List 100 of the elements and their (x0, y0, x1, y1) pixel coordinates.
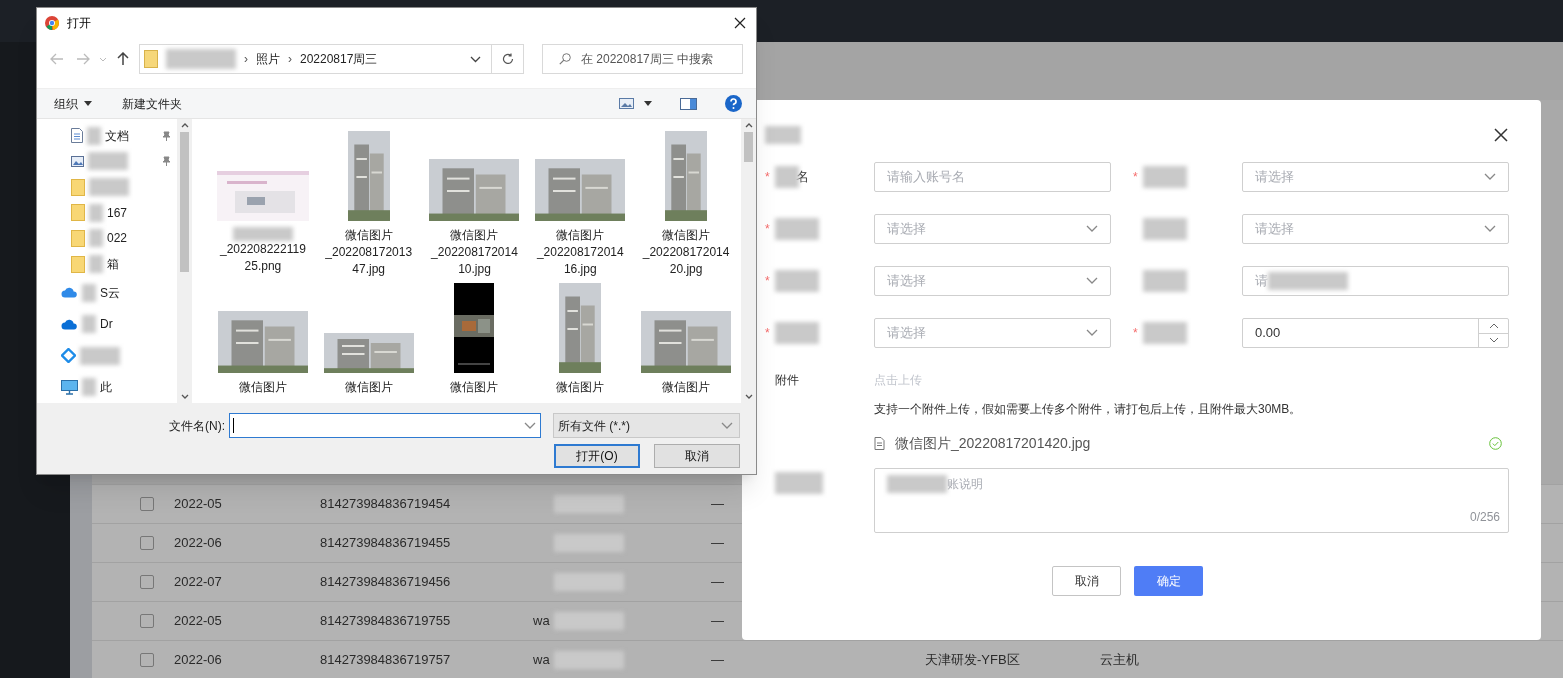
file-item[interactable]: 微信图片 _202208172014 16.jpg (529, 129, 632, 281)
chevron-down-icon (1086, 329, 1098, 337)
redaction-blur (82, 283, 96, 302)
character-counter: 0/256 (1469, 509, 1500, 526)
filename-input[interactable] (229, 413, 541, 438)
nav-item[interactable]: S云 (37, 276, 177, 309)
nav-item[interactable]: 文档 (37, 123, 177, 149)
confirm-button[interactable]: 确定 (1134, 566, 1203, 596)
redaction-blur (554, 495, 624, 513)
file-item[interactable]: 微信图片 _202208172014 10.jpg (423, 129, 526, 281)
nav-item[interactable]: 此 (37, 371, 177, 403)
row-checkbox[interactable] (140, 575, 154, 589)
scrollbar-thumb[interactable] (180, 132, 189, 272)
success-check-icon (1489, 436, 1502, 450)
file-item[interactable]: 微信图片 (317, 281, 420, 403)
row-checkbox[interactable] (140, 536, 154, 550)
row-checkbox[interactable] (140, 497, 154, 511)
file-item[interactable]: 微信图片 (529, 281, 632, 403)
scrollbar-thumb[interactable] (744, 132, 753, 162)
folder-icon (71, 204, 85, 222)
table-cell-text: — (711, 651, 724, 670)
file-item[interactable]: 微信图片 _202208172013 47.jpg (317, 129, 420, 281)
chevron-down-icon (1488, 337, 1499, 344)
search-field[interactable]: 在 20220817周三 中搜索 (542, 44, 743, 74)
refresh-button[interactable] (492, 44, 524, 74)
browser-logo-icon (45, 16, 59, 30)
table-cell-text: 2022-05 (174, 495, 222, 514)
caret-icon (84, 101, 92, 106)
file-type-select[interactable]: 所有文件 (*.*) (553, 413, 740, 438)
chevron-down-icon (1086, 277, 1098, 285)
redaction-blur (887, 475, 947, 493)
address-bar[interactable]: › 照片 › 20220817周三 (139, 44, 492, 74)
help-button[interactable] (725, 95, 742, 112)
field-label: 名 (796, 168, 809, 187)
file-item[interactable]: 微信图片 _202208172014 20.jpg (635, 129, 737, 281)
redaction-blur (765, 126, 801, 144)
chevron-down-icon (1484, 225, 1496, 233)
nav-item[interactable]: 022 (37, 225, 177, 252)
scrollbar[interactable] (177, 119, 192, 403)
row-checkbox[interactable] (140, 614, 154, 628)
redaction-blur (775, 472, 823, 494)
required-mark: * (765, 169, 771, 186)
number-field[interactable]: 0.00 (1242, 318, 1509, 348)
open-button[interactable]: 打开(O) (554, 444, 640, 468)
breadcrumb-item[interactable]: 照片 (256, 50, 280, 68)
row-checkbox[interactable] (140, 653, 154, 667)
organize-menu[interactable]: 组织 (54, 94, 92, 113)
required-mark: * (765, 221, 771, 238)
table-cell-text: 814273984836719454 (320, 495, 451, 514)
nav-item[interactable]: 167 (37, 199, 177, 226)
scroll-up-icon (180, 123, 189, 128)
uploaded-file-item[interactable]: 微信图片_20220817201420.jpg (874, 432, 1510, 454)
table-cell-text: 云主机 (1100, 651, 1139, 670)
file-item[interactable]: 微信图片 (212, 281, 314, 403)
table-cell-text: 2022-05 (174, 612, 222, 631)
redaction-blur (1143, 322, 1187, 344)
new-folder-button[interactable]: 新建文件夹 (122, 94, 182, 113)
diamond-icon (61, 348, 76, 364)
table-cell-text: — (711, 495, 724, 514)
close-button[interactable] (1492, 126, 1510, 144)
table-cell-text: — (711, 534, 724, 553)
help-icon (725, 95, 742, 112)
cancel-button[interactable]: 取消 (1052, 566, 1121, 596)
table-cell-text: wa (533, 651, 550, 670)
preview-pane-button[interactable] (680, 97, 697, 110)
file-item[interactable]: 微信图片 (423, 281, 526, 403)
file-item[interactable]: _202208222119 25.png (212, 129, 314, 281)
folder-icon (144, 50, 158, 68)
redaction-blur (232, 227, 293, 241)
table-cell-text: wa (533, 612, 550, 631)
folder-icon (71, 255, 85, 273)
forward-arrow-icon (76, 53, 90, 65)
nav-item[interactable]: Dr (37, 308, 177, 340)
table-cell-text: 2022-06 (174, 651, 222, 670)
table-cell-text: 814273984836719456 (320, 573, 451, 592)
nav-item[interactable]: 箱 (37, 251, 177, 277)
close-button[interactable] (734, 17, 746, 29)
close-icon (734, 17, 746, 29)
window-title: 打开 (67, 15, 92, 32)
redaction-blur (89, 255, 103, 273)
redaction-blur (1143, 166, 1187, 188)
redaction-blur (89, 203, 103, 222)
up-arrow-icon (117, 52, 129, 66)
file-item[interactable]: 微信图片 (635, 281, 737, 403)
cancel-button[interactable]: 取消 (654, 444, 740, 468)
folder-icon (71, 178, 85, 196)
breadcrumb-item[interactable]: 20220817周三 (300, 50, 378, 68)
breadcrumb-separator: › (288, 51, 292, 68)
redaction-blur (82, 315, 96, 334)
redaction-blur (1143, 270, 1187, 292)
view-options-button[interactable] (619, 98, 652, 109)
redaction-blur (89, 178, 129, 197)
cloud-icon (61, 287, 78, 299)
pane-icon (680, 97, 697, 110)
scrollbar[interactable] (741, 119, 756, 403)
history-dropdown[interactable] (99, 56, 107, 62)
field-label: 附件 (774, 372, 800, 389)
redaction-blur (166, 49, 236, 69)
monitor-icon (61, 379, 78, 395)
redaction-blur (775, 218, 819, 240)
